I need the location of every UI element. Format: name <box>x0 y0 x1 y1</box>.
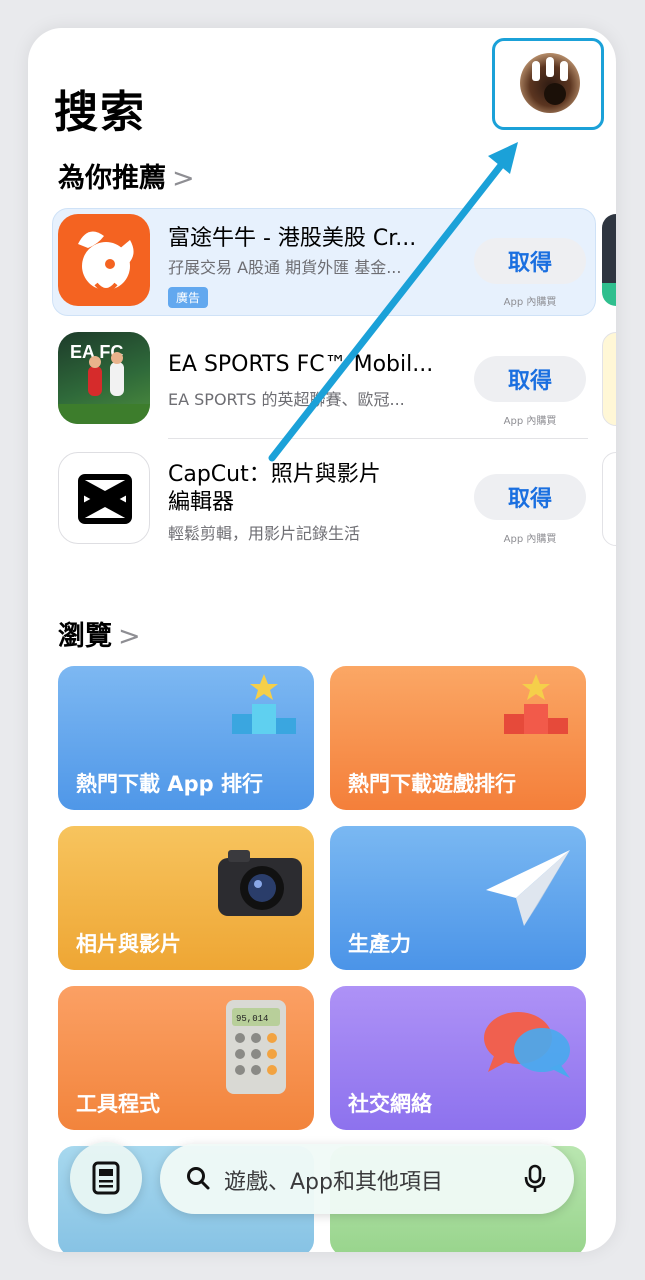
browse-tile-utilities[interactable]: 95,014 工具程式 <box>58 986 314 1130</box>
browse-tile-label: 熱門下載 App 排行 <box>76 772 263 796</box>
calculator-icon: 95,014 <box>226 1000 286 1094</box>
chat-bubbles-icon <box>484 1012 570 1078</box>
browse-tile-label: 相片與影片 <box>76 932 181 956</box>
browse-tile-top-games[interactable]: 熱門下載遊戲排行 <box>330 666 586 810</box>
browse-tile-label: 生產力 <box>348 932 411 956</box>
today-tab-button[interactable] <box>70 1142 142 1214</box>
microphone-icon[interactable] <box>524 1164 546 1194</box>
browse-tile-productivity[interactable]: 生產力 <box>330 826 586 970</box>
browse-tile-top-apps[interactable]: 熱門下載 App 排行 <box>58 666 314 810</box>
section-browse-title: 瀏覽 <box>58 621 112 652</box>
document-icon <box>92 1161 120 1195</box>
browse-tile-photo-video[interactable]: 相片與影片 <box>58 826 314 970</box>
section-browse[interactable]: 瀏覽 > <box>58 614 141 653</box>
paper-plane-icon <box>486 850 570 926</box>
browse-tile-label: 工具程式 <box>76 1092 160 1116</box>
chevron-right-icon: > <box>118 621 141 652</box>
browse-tile-social[interactable]: 社交網絡 <box>330 986 586 1130</box>
search-icon <box>187 1167 210 1190</box>
app-store-screen: 搜索 為你推薦 > 富途牛牛 - 港股美股 Cr... 孖展交易 A股通 期貨外匯… <box>28 28 616 1252</box>
browse-tile-label: 熱門下載遊戲排行 <box>348 772 516 796</box>
podium-icon <box>232 674 296 734</box>
search-placeholder[interactable]: 遊戲、App和其他項目 <box>224 1164 443 1196</box>
podium-icon <box>504 674 568 734</box>
annotation-arrow <box>268 142 518 462</box>
search-bar[interactable]: 遊戲、App和其他項目 <box>160 1144 574 1214</box>
camera-icon <box>218 850 302 916</box>
calculator-display-icon: 95,014 <box>236 1014 268 1024</box>
browse-tile-label: 社交網絡 <box>348 1092 432 1116</box>
